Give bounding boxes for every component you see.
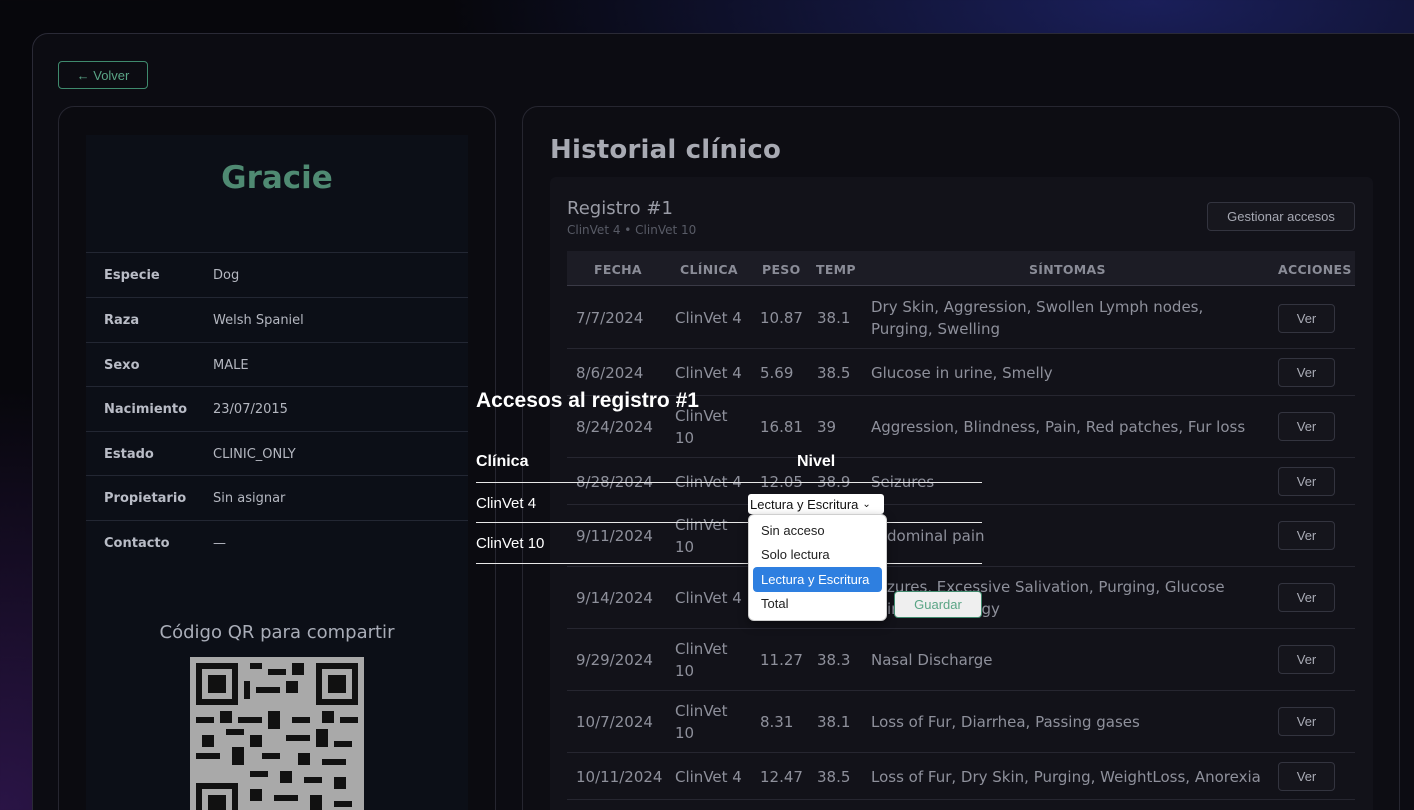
chevron-down-icon: ⌄: [862, 498, 871, 510]
cell-sintomas: Loss of Fur, Dry Skin, Purging, WeightLo…: [871, 767, 1261, 786]
info-value: Dog: [213, 267, 240, 283]
manage-access-button[interactable]: Gestionar accesos: [1207, 202, 1355, 231]
cell-peso: 10.87: [760, 309, 803, 327]
view-record-button[interactable]: Ver: [1278, 645, 1335, 674]
cell-clinica: ClinVet 4: [675, 309, 742, 327]
back-button[interactable]: ← Volver: [58, 61, 148, 89]
option-sin-acceso[interactable]: Sin acceso: [753, 518, 882, 543]
cell-fecha: 10/7/2024: [576, 713, 653, 731]
cell-clinica: ClinVet 10: [675, 516, 728, 556]
cell-sintomas: Dry Skin, Aggression, Swollen Lymph node…: [871, 298, 1204, 338]
info-row-propietario: Propietario Sin asignar: [86, 475, 468, 520]
col-sintomas: SÍNTOMAS: [1029, 262, 1106, 277]
cell-temp: 38.5: [817, 363, 851, 382]
info-row-nacimiento: Nacimiento 23/07/2015: [86, 386, 468, 431]
access-level-select[interactable]: Lectura y Escritura ⌄: [748, 494, 884, 514]
cell-temp: 38.1: [817, 713, 851, 731]
view-record-button[interactable]: Ver: [1278, 358, 1335, 387]
access-divider: [476, 482, 982, 483]
qr-title: Código QR para compartir: [159, 622, 395, 643]
cell-clinica: ClinVet 4: [675, 767, 742, 786]
col-clinica: CLÍNICA: [680, 262, 738, 277]
info-label: Contacto: [104, 535, 170, 551]
info-row-sexo: Sexo MALE: [86, 342, 468, 387]
view-record-button[interactable]: Ver: [1278, 412, 1335, 441]
info-row-estado: Estado CLINIC_ONLY: [86, 431, 468, 476]
info-label: Sexo: [104, 357, 140, 373]
cell-fecha: 7/7/2024: [576, 309, 644, 327]
info-row-raza: Raza Welsh Spaniel: [86, 297, 468, 342]
option-lectura-escritura[interactable]: Lectura y Escritura: [753, 567, 882, 592]
cell-sintomas: Aggression, Blindness, Pain, Red patches…: [871, 418, 1246, 436]
info-label: Raza: [104, 312, 140, 328]
view-record-button[interactable]: Ver: [1278, 521, 1335, 550]
access-level-dropdown: Sin acceso Solo lectura Lectura y Escrit…: [748, 514, 887, 621]
cell-sintomas: Nasal Discharge: [871, 651, 993, 669]
cell-temp: 39: [817, 418, 837, 436]
table-row: 7/7/2024 ClinVet 4 10.87 38.1 Dry Skin, …: [567, 287, 1355, 349]
cell-sintomas: Loss of Fur, Diarrhea, Passing gases: [871, 713, 1140, 731]
cell-fecha: 9/29/2024: [576, 651, 653, 669]
info-label: Nacimiento: [104, 401, 188, 417]
view-record-button[interactable]: Ver: [1278, 467, 1335, 496]
col-peso: PESO: [762, 262, 801, 277]
cell-temp: 38.3: [817, 651, 851, 669]
pet-name: Gracie: [221, 160, 333, 196]
col-fecha: FECHA: [594, 262, 642, 277]
cell-fecha: 10/11/2024: [576, 767, 663, 786]
info-row-especie: Especie Dog: [86, 252, 468, 297]
cell-temp: 38.5: [817, 767, 851, 786]
info-value: Welsh Spaniel: [213, 312, 304, 328]
table-header: FECHA CLÍNICA PESO TEMP SÍNTOMAS ACCIONE…: [567, 251, 1355, 286]
cell-fecha: 9/14/2024: [576, 589, 653, 607]
col-temp: TEMP: [816, 262, 856, 277]
col-acciones: ACCIONES: [1278, 262, 1352, 277]
info-value: 23/07/2015: [213, 401, 288, 417]
view-record-button[interactable]: Ver: [1278, 707, 1335, 736]
info-value: MALE: [213, 357, 249, 373]
cell-temp: 38.1: [817, 309, 851, 327]
option-total[interactable]: Total: [753, 592, 882, 617]
info-row-contacto: Contacto —: [86, 520, 468, 565]
view-record-button[interactable]: Ver: [1278, 762, 1335, 791]
access-col-level: Nivel: [797, 453, 836, 470]
info-value: CLINIC_ONLY: [213, 446, 296, 462]
qr-code-image: [190, 657, 364, 810]
access-clinic-name: ClinVet 10: [476, 535, 545, 552]
cell-peso: 5.69: [760, 363, 794, 382]
cell-clinica: ClinVet 4: [675, 589, 742, 607]
history-title: Historial clínico: [550, 135, 782, 165]
access-clinic-name: ClinVet 4: [476, 495, 537, 512]
info-value: Sin asignar: [213, 490, 286, 506]
cell-sintomas: Glucose in urine, Smelly: [871, 363, 1053, 382]
cell-peso: 8.31: [760, 713, 794, 731]
cell-sintomas: dominal pain: [887, 527, 985, 545]
cell-peso: 11.27: [760, 651, 803, 669]
info-label: Propietario: [104, 490, 187, 506]
table-row: 9/11/2024 ClinVet 10 dominal pain Ver: [567, 505, 1355, 567]
table-row: 10/11/2024 ClinVet 4 12.47 38.5 Loss of …: [567, 753, 1355, 800]
cell-clinica: ClinVet 10: [675, 702, 728, 742]
access-col-clinic: Clínica: [476, 453, 529, 470]
info-label: Estado: [104, 446, 154, 462]
info-label: Especie: [104, 267, 160, 283]
cell-peso: 16.81: [760, 418, 803, 436]
record-title: Registro #1: [567, 198, 673, 219]
cell-clinica: ClinVet 10: [675, 640, 728, 680]
table-row: 9/29/2024 ClinVet 10 11.27 38.3 Nasal Di…: [567, 629, 1355, 691]
option-solo-lectura[interactable]: Solo lectura: [753, 543, 882, 568]
save-access-button[interactable]: Guardar: [894, 591, 982, 618]
access-level-value: Lectura y Escritura: [750, 496, 859, 512]
access-modal-title: Accesos al registro #1: [476, 389, 699, 412]
cell-fecha: 9/11/2024: [576, 527, 653, 545]
cell-peso: 12.47: [760, 767, 803, 786]
view-record-button[interactable]: Ver: [1278, 304, 1335, 333]
view-record-button[interactable]: Ver: [1278, 583, 1335, 612]
access-divider: [476, 522, 982, 523]
table-row: 10/7/2024 ClinVet 10 8.31 38.1 Loss of F…: [567, 691, 1355, 753]
access-divider: [476, 563, 982, 564]
record-subtitle: ClinVet 4 • ClinVet 10: [567, 223, 697, 237]
info-value: —: [213, 535, 226, 551]
